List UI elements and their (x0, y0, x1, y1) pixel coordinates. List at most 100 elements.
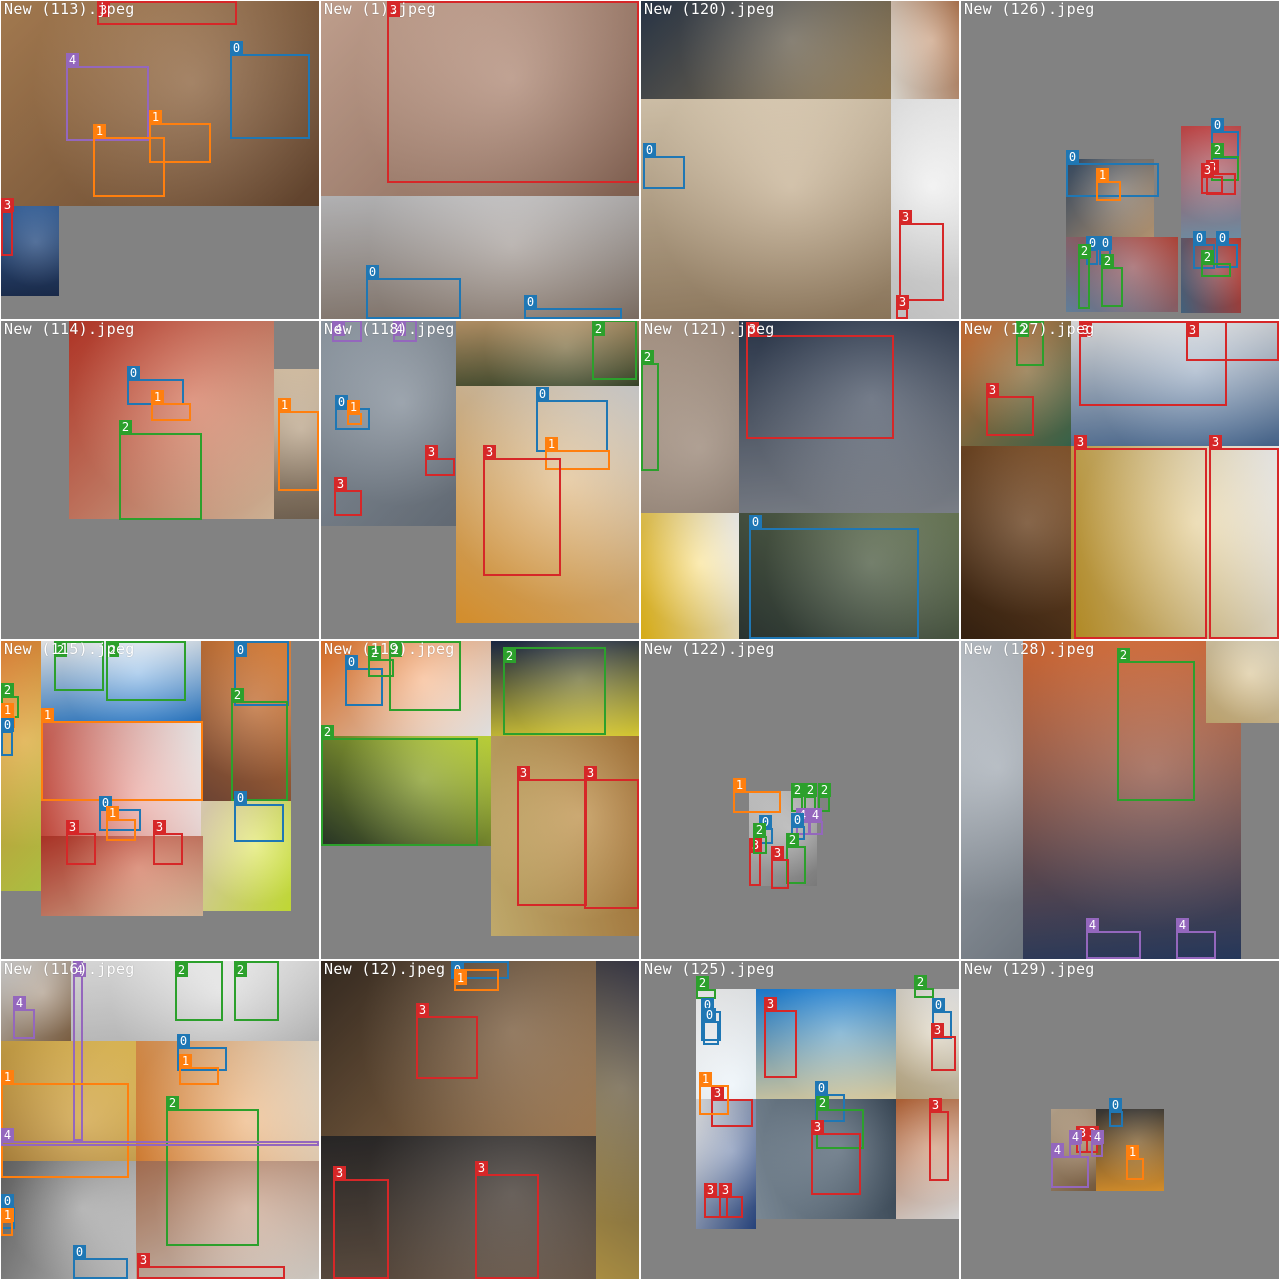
class-label: 2 (234, 963, 247, 977)
detection-box: 2 (166, 1096, 259, 1246)
detection-box: 1 (733, 778, 781, 813)
class-label: 1 (151, 390, 164, 404)
detection-box: 0 (1, 718, 14, 756)
tile-filename: New (126).jpeg (964, 1, 1095, 18)
detection-box: 3 (137, 1253, 285, 1279)
detection-box: 1 (1, 1070, 129, 1178)
tile-filename: New (127).jpeg (964, 321, 1095, 338)
class-label: 1 (347, 400, 360, 414)
detection-box: 1 (179, 1054, 219, 1085)
class-label: 2 (753, 823, 766, 837)
mosaic-tile: New (125).jpeg 2 2 0 0 0 3 3 3 0 2 3 1 3 3 3 (640, 960, 960, 1280)
detection-box: 3 (1201, 163, 1223, 194)
class-label: 1 (179, 1054, 192, 1068)
class-label: 2 (1078, 244, 1091, 258)
tile-filename: New (113).jpeg (4, 1, 135, 18)
class-label: 3 (896, 295, 909, 309)
detection-box: 2 (175, 961, 223, 1021)
detection-box: 2 (1201, 250, 1231, 277)
class-label: 3 (66, 820, 79, 834)
class-label: 3 (517, 766, 530, 780)
class-label: 3 (986, 383, 999, 397)
detection-box: 2 (119, 420, 202, 520)
tile-filename: New (121).jpeg (644, 321, 775, 338)
detection-box: 2 (234, 961, 279, 1021)
detection-box: 3 (1209, 435, 1279, 639)
detection-box: 1 (1096, 168, 1121, 201)
class-label: 1 (1, 703, 14, 717)
class-label: 2 (791, 783, 804, 797)
class-label: 3 (704, 1183, 717, 1197)
detection-box: 2 (231, 688, 288, 801)
class-label: 0 (791, 813, 804, 827)
class-label: 2 (1201, 250, 1214, 264)
detection-box: 0 (366, 265, 461, 319)
detection-box: 3 (896, 295, 909, 319)
class-label: 0 (1211, 118, 1224, 132)
detection-box: 2 (1117, 648, 1195, 801)
class-label: 2 (786, 833, 799, 847)
detection-box: 0 (524, 295, 622, 319)
class-label: 1 (149, 110, 162, 124)
detection-box: 0 (234, 791, 284, 842)
mosaic-tile: New (113).jpeg 0 4 1 1 3 3 (0, 0, 320, 320)
class-label: 2 (175, 963, 188, 977)
detection-box: 3 (334, 477, 362, 516)
detection-box: 1 (41, 708, 203, 801)
mosaic-tile: New (122).jpeg102224402332 (640, 640, 960, 960)
class-label: 3 (719, 1183, 732, 1197)
detection-box: 0 (73, 1245, 128, 1279)
class-label: 0 (127, 366, 140, 380)
class-label: 4 (1069, 1130, 1082, 1144)
class-label: 0 (1216, 231, 1229, 245)
detection-box: 4 (66, 53, 149, 141)
detection-box: 3 (425, 445, 455, 476)
detection-box: 4 (1, 1128, 319, 1146)
detection-box: 3 (749, 838, 762, 886)
class-label: 0 (643, 143, 656, 157)
detection-box: 1 (699, 1072, 729, 1115)
detection-box: 2 (914, 975, 934, 998)
class-label: 3 (425, 445, 438, 459)
detection-box: 1 (149, 110, 211, 163)
mosaic-tile: New (126).jpeg0023100220023 (960, 0, 1280, 320)
class-label: 1 (545, 437, 558, 451)
tile-filename: New (129).jpeg (964, 961, 1095, 978)
class-label: 4 (1051, 1143, 1064, 1157)
class-label: 0 (234, 791, 247, 805)
class-label: 0 (1, 1194, 14, 1208)
class-label: 1 (1126, 1145, 1139, 1159)
detection-box: 1 (278, 398, 319, 491)
detection-box: 2 (786, 833, 806, 884)
detection-box: 2 (1101, 254, 1123, 307)
tile-photo (641, 513, 739, 639)
detection-box: 3 (475, 1161, 539, 1279)
class-label: 4 (13, 996, 26, 1010)
class-label: 4 (1091, 1130, 1104, 1144)
detection-box: 3 (811, 1120, 861, 1195)
class-label: 3 (1201, 163, 1214, 177)
detection-box: 3 (1074, 435, 1207, 639)
class-label: 1 (733, 778, 746, 792)
class-label: 0 (703, 1008, 716, 1022)
class-label: 3 (1186, 323, 1199, 337)
class-label: 3 (764, 997, 777, 1011)
class-label: 0 (177, 1034, 190, 1048)
class-label: 2 (914, 975, 927, 989)
detection-box: 0 (230, 41, 310, 139)
detection-box: 3 (719, 1183, 743, 1218)
detection-mosaic: New (113).jpeg 0 4 1 1 3 3 New (1).jpeg 3 0 0 New (… (0, 0, 1280, 1280)
class-label: 1 (278, 398, 291, 412)
class-label: 2 (592, 322, 605, 336)
detection-box: 0 (1109, 1098, 1123, 1127)
class-label: 3 (334, 477, 347, 491)
class-label: 3 (899, 210, 912, 224)
mosaic-tile: New (116).jpeg 2 2 4 4 0 1 1 2 4 0 1 0 3 (0, 960, 320, 1280)
mosaic-tile: New (12).jpeg 0 1 3 3 3 (320, 960, 640, 1280)
tile-filename: New (115).jpeg (4, 641, 135, 658)
detection-box: 3 (584, 766, 639, 909)
detection-box: 3 (1186, 321, 1279, 361)
detection-box: 1 (106, 806, 136, 841)
detection-box: 2 (321, 725, 478, 846)
class-label: 0 (1193, 231, 1206, 245)
